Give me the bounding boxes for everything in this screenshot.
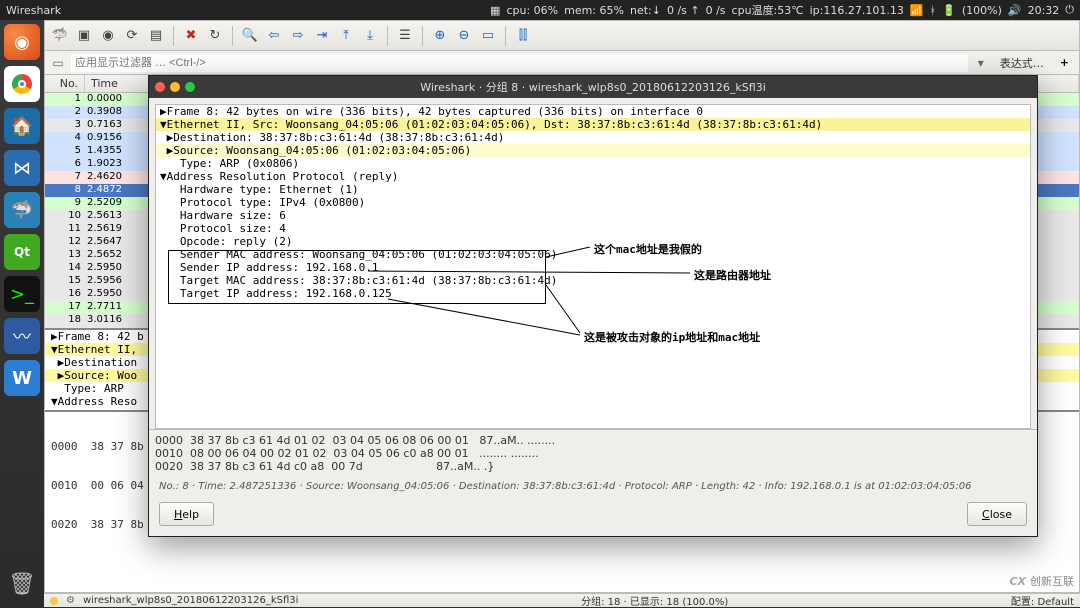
stop-capture-icon[interactable]: ▤ [145, 25, 167, 47]
capture-options-icon[interactable]: ◉ [97, 25, 119, 47]
ubuntu-launcher-icon[interactable]: ◉ [4, 24, 40, 60]
capture-file-props-icon[interactable]: ⚙ [66, 595, 75, 606]
main-toolbar: 🦈 ▣ ◉ ⟳ ▤ ✖ ↻ 🔍 ⇦ ⇨ ⇥ ⤒ ⤓ ☰ ⊕ ⊖ ▭ ⫿⫿ [45, 21, 1079, 51]
help-button[interactable]: Help [159, 502, 214, 526]
trash-icon[interactable]: 🗑 [8, 572, 36, 597]
mem-stat: mem: 65% [564, 4, 624, 17]
find-icon[interactable]: 🔍 [239, 25, 261, 47]
status-mid: 分组: 18 · 已显示: 18 (100.0%) [581, 593, 728, 608]
resize-cols-icon[interactable]: ⫿⫿ [512, 25, 534, 47]
display-filter-bar: ▭ ▾ 表达式… + [45, 51, 1079, 75]
annotation-text: 这是被攻击对象的ip地址和mac地址 [584, 329, 760, 345]
go-forward-icon[interactable]: ⇨ [287, 25, 309, 47]
dialog-title: Wireshark · 分组 8 · wireshark_wlp8s0_2018… [420, 79, 766, 95]
status-profile[interactable]: 配置: Default [1011, 593, 1074, 608]
window-controls[interactable] [155, 82, 195, 92]
zoom-out-icon[interactable]: ⊖ [453, 25, 475, 47]
expression-button[interactable]: 表达式… [994, 55, 1050, 71]
maximize-window-icon[interactable] [185, 82, 195, 92]
display-filter-input[interactable] [71, 54, 968, 72]
dialog-details-pane[interactable]: ▶Frame 8: 42 bytes on wire (336 bits), 4… [155, 104, 1031, 429]
status-file: wireshark_wlp8s0_20180612203126_kSfl3i [83, 595, 298, 606]
cpu-stat: cpu: 06% [506, 4, 558, 17]
watermark: CX创新互联 [1009, 573, 1074, 589]
detail-line[interactable]: ▼Ethernet II, Src: Woonsang_04:05:06 (01… [156, 118, 1030, 131]
arp-highlight-box [168, 250, 546, 304]
jump-icon[interactable]: ⇥ [311, 25, 333, 47]
go-back-icon[interactable]: ⇦ [263, 25, 285, 47]
net-down: 0 /s ↑ [667, 4, 700, 17]
files-icon[interactable]: 🏠 [4, 108, 40, 144]
power-icon[interactable]: ⏻ [1065, 3, 1074, 17]
bookmark-filter-icon[interactable]: ▭ [49, 54, 67, 72]
detail-line[interactable]: ▶Frame 8: 42 bytes on wire (336 bits), 4… [156, 105, 1030, 118]
detail-line[interactable]: ▶Destination: 38:37:8b:c3:61:4d (38:37:8… [156, 131, 1030, 144]
go-last-icon[interactable]: ⤓ [359, 25, 381, 47]
chrome-icon[interactable] [4, 66, 40, 102]
wps-icon[interactable]: W [4, 360, 40, 396]
open-icon[interactable]: ▣ [73, 25, 95, 47]
dialog-hex-pane[interactable]: 0000 38 37 8b c3 61 4d 01 02 03 04 05 06… [149, 429, 1037, 477]
expert-info-icon[interactable] [50, 597, 58, 605]
ip-addr: ip:116.27.101.13 [810, 4, 904, 17]
bt-icon[interactable]: ᚼ [930, 4, 937, 17]
detail-line[interactable]: Hardware type: Ethernet (1) [156, 183, 1030, 196]
dialog-titlebar[interactable]: Wireshark · 分组 8 · wireshark_wlp8s0_2018… [149, 76, 1037, 98]
system-topbar: Wireshark ▦ cpu: 06% mem: 65% net:↓ 0 /s… [0, 0, 1080, 20]
reload-icon[interactable]: ↻ [204, 25, 226, 47]
volume-icon[interactable]: 🔊 [1008, 4, 1022, 17]
app-fin-icon[interactable]: 〰 [4, 318, 40, 354]
close-capture-icon[interactable]: ✖ [180, 25, 202, 47]
zoom-reset-icon[interactable]: ▭ [477, 25, 499, 47]
launcher-dock: ◉ 🏠 ⋈ 🦈 Qt >_ 〰 W 🗑 [0, 20, 44, 607]
detail-line[interactable]: Protocol type: IPv4 (0x0800) [156, 196, 1030, 209]
clock: 20:32 [1028, 4, 1060, 17]
vscode-icon[interactable]: ⋈ [4, 150, 40, 186]
wifi-icon[interactable]: 📶 [910, 4, 924, 17]
main-statusbar: ⚙ wireshark_wlp8s0_20180612203126_kSfl3i… [44, 593, 1080, 607]
detail-line[interactable]: ▼Address Resolution Protocol (reply) [156, 170, 1030, 183]
auto-scroll-icon[interactable]: ☰ [394, 25, 416, 47]
go-first-icon[interactable]: ⤒ [335, 25, 357, 47]
detail-line[interactable]: Type: ARP (0x0806) [156, 157, 1030, 170]
add-filter-button[interactable]: + [1054, 56, 1075, 69]
clear-filter-icon[interactable]: ▾ [972, 54, 990, 72]
start-capture-icon[interactable]: ⟳ [121, 25, 143, 47]
wireshark-fin-icon[interactable]: 🦈 [4, 192, 40, 228]
packet-dialog: Wireshark · 分组 8 · wireshark_wlp8s0_2018… [148, 75, 1038, 537]
annotation-text: 这是路由器地址 [694, 267, 771, 283]
battery-icon[interactable]: 🔋 [942, 4, 956, 17]
col-header-no[interactable]: No. [45, 75, 85, 92]
detail-line[interactable]: Hardware size: 6 [156, 209, 1030, 222]
detail-line[interactable]: Protocol size: 4 [156, 222, 1030, 235]
close-window-icon[interactable] [155, 82, 165, 92]
shark-fin-icon[interactable]: 🦈 [49, 25, 71, 47]
net-up: 0 /s [706, 4, 726, 17]
close-button[interactable]: Close [967, 502, 1027, 526]
net-label: net:↓ [630, 4, 661, 17]
cpu-temp: cpu温度:53℃ [732, 2, 804, 18]
app-title: Wireshark [6, 4, 61, 17]
zoom-in-icon[interactable]: ⊕ [429, 25, 451, 47]
panel-icon: ▦ [490, 4, 500, 17]
dialog-status-line: No.: 8 · Time: 2.487251336 · Source: Woo… [149, 477, 1037, 496]
col-header-time[interactable]: Time [85, 75, 157, 92]
detail-line[interactable]: ▶Source: Woonsang_04:05:06 (01:02:03:04:… [156, 144, 1030, 157]
qt-icon[interactable]: Qt [4, 234, 40, 270]
terminal-icon[interactable]: >_ [4, 276, 40, 312]
annotation-text: 这个mac地址是我假的 [594, 241, 702, 257]
battery-pct: (100%) [962, 4, 1002, 17]
detail-line[interactable]: Opcode: reply (2) [156, 235, 1030, 248]
minimize-window-icon[interactable] [170, 82, 180, 92]
